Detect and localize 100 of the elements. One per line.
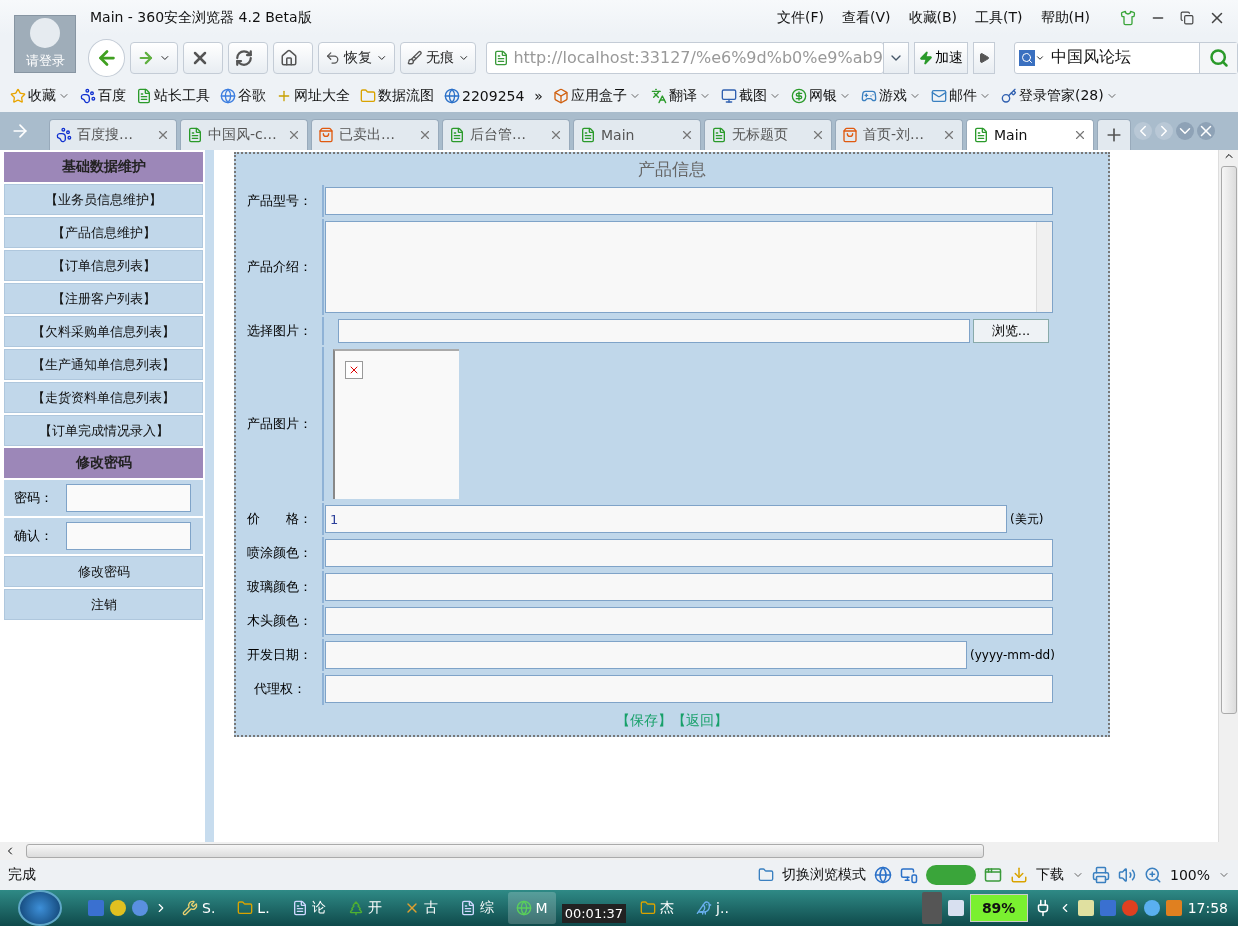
menu-item[interactable]: 帮助(H) [1040,8,1090,27]
menu-item[interactable]: 工具(T) [975,8,1023,27]
incognito-button[interactable]: 无痕 [399,41,477,74]
sidebar-link[interactable]: 【生产通知单信息列表】 [4,349,203,380]
taskbar-item[interactable]: 开 [339,892,390,924]
play-button[interactable] [973,41,996,74]
tray-icon[interactable] [1143,900,1160,916]
text-field[interactable] [325,539,1053,567]
text-field[interactable] [325,641,967,669]
zoom-icon[interactable] [1143,866,1162,884]
paw-icon [80,88,96,104]
taskbar-item[interactable]: 杰 [632,892,683,924]
clock: 17:58 [1187,900,1228,916]
text-field[interactable] [325,675,1053,703]
start-button[interactable] [18,890,62,926]
browser-tab[interactable]: 百度搜… [49,119,177,150]
text-field[interactable]: 1 [325,505,1007,533]
bookmark-item[interactable]: 网银 [790,87,851,105]
close-icon[interactable] [1073,128,1087,142]
password-field[interactable] [66,484,191,512]
tray-icon[interactable] [1165,900,1182,916]
refresh-button[interactable] [227,41,268,74]
sidebar-link[interactable]: 【订单完成情况录入】 [4,415,203,446]
zoom-level[interactable]: 100% [1169,867,1210,883]
page-icon [973,127,989,143]
back-button[interactable] [88,38,126,77]
circle-icon[interactable] [110,900,126,916]
taskbar-item[interactable]: L. [229,892,278,924]
tab-list-icon[interactable] [1176,122,1194,140]
text-field[interactable] [325,573,1053,601]
search-engine-icon[interactable] [1019,49,1036,66]
shirt-icon[interactable] [1120,9,1136,26]
menu-item[interactable]: 查看(V) [842,8,891,27]
browser-tab[interactable]: Main [573,119,701,150]
taskbar-item[interactable]: j.. [688,892,737,924]
taskbar-item[interactable]: M [507,892,556,924]
bookmark-item[interactable]: 百度 [80,87,126,105]
browser-tab[interactable]: 无标题页 [704,119,832,150]
vertical-scrollbar[interactable] [1218,150,1238,842]
stop-button[interactable] [182,41,223,74]
sidebar-button[interactable]: 注销 [4,589,203,620]
browser-tab[interactable]: 首页-刘… [835,119,963,150]
restore-icon[interactable] [1180,10,1194,25]
bookmark-item[interactable]: 邮件 [930,87,991,105]
taskbar-item[interactable]: 综 [451,892,502,924]
bookmark-item[interactable]: 应用盒子 [552,87,641,105]
dropdown-button[interactable] [883,41,910,74]
bookmark-item[interactable]: 网址大全 [276,87,350,105]
bookmark-item[interactable]: 登录管家(28) [1000,87,1118,105]
printer-icon[interactable] [1091,866,1110,884]
textarea-field[interactable] [325,221,1053,313]
taskbar-item[interactable]: 论 [283,892,334,924]
sidebar-link[interactable]: 【产品信息维护】 [4,217,203,248]
new-tab-button[interactable] [1097,119,1131,150]
menu-item[interactable]: 文件(F) [777,8,824,27]
tray-icon[interactable] [1077,900,1094,916]
sidebar-link[interactable]: 【走货资料单信息列表】 [4,382,203,413]
sidebar-link[interactable]: 【业务员信息维护】 [4,184,203,215]
scroll-left-icon[interactable] [1134,122,1152,140]
mode-switch-link[interactable]: 切换浏览模式 [781,866,866,884]
sidebar-link[interactable]: 【订单信息列表】 [4,250,203,281]
download-button[interactable]: 下载 [1035,866,1064,884]
home-button[interactable] [272,41,313,74]
file-path-field[interactable] [338,319,970,343]
volume-icon[interactable] [1117,866,1136,884]
browser-tab[interactable]: 中国风-c… [180,119,308,150]
sidebar-button[interactable]: 修改密码 [4,556,203,587]
monitor-icon[interactable] [899,866,918,884]
sidebar-link[interactable]: 【注册客户列表】 [4,283,203,314]
toggle-icon[interactable] [925,865,976,885]
broken-image-icon [345,361,363,379]
browser-tab[interactable]: Main [966,119,1094,150]
scroll-right-icon[interactable] [1155,122,1173,140]
window-icon[interactable] [983,866,1002,884]
search-field[interactable]: 中国风论坛 [1014,41,1238,74]
taskbar-item[interactable]: S. [174,892,224,924]
scrollbar[interactable] [1036,222,1052,312]
text-field[interactable] [325,607,1053,635]
search-icon[interactable] [1208,47,1229,68]
accelerate-button[interactable]: 加速 [914,41,969,74]
bookmark-item[interactable]: 站长工具 [136,87,210,105]
sidebar-link[interactable]: 【欠料采购单信息列表】 [4,316,203,347]
browse-button[interactable]: 浏览... [973,319,1049,343]
more-bookmarks-button[interactable]: » [534,88,543,104]
bookmark-item[interactable]: 谷歌 [220,87,266,105]
menu-item[interactable]: 收藏(B) [908,8,958,27]
taskbar-item[interactable]: 古 [395,892,446,924]
browser-tab[interactable]: 后台管… [442,119,570,150]
bookmark-item[interactable]: 截图 [720,87,781,105]
bookmark-item[interactable]: 收藏 [10,87,70,105]
bookmark-item[interactable]: 数据流图 [360,87,434,105]
browser-tab[interactable]: 已卖出… [311,119,439,150]
restore-button[interactable]: 恢复 [317,41,395,74]
bookmark-item[interactable]: 翻译 [650,87,711,105]
download-icon[interactable] [1009,866,1028,884]
bookmark-item[interactable]: 2209254 [444,88,525,104]
bookmark-item[interactable]: 游戏 [860,87,921,105]
horizontal-scrollbar[interactable] [0,842,1238,860]
password-field[interactable] [66,522,191,550]
text-field[interactable] [325,187,1053,215]
